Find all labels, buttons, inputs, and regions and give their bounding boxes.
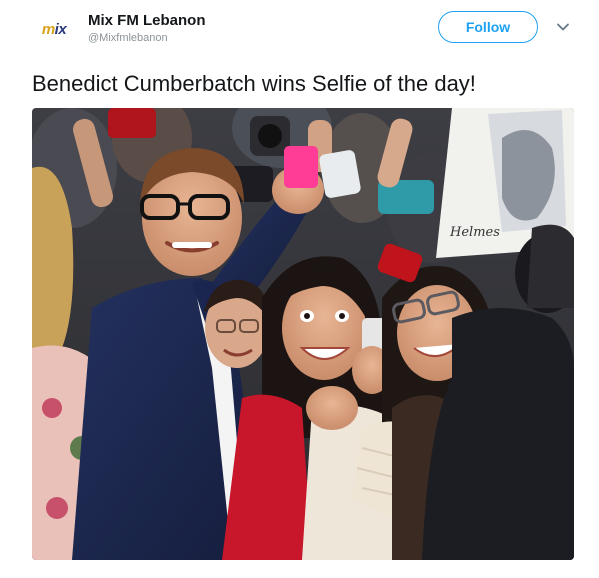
- mix-fm-logo: mix: [41, 20, 67, 38]
- author-block: Mix FM Lebanon @Mixfmlebanon: [88, 12, 206, 46]
- tweet-text: Benedict Cumberbatch wins Selfie of the …: [32, 71, 476, 96]
- selfie-photo-illustration: Helmes: [32, 108, 574, 560]
- tweet-photo[interactable]: Helmes: [32, 108, 574, 560]
- follow-button[interactable]: Follow: [438, 11, 538, 43]
- tweet-header: mix Mix FM Lebanon @Mixfmlebanon Follow: [0, 0, 599, 58]
- author-display-name[interactable]: Mix FM Lebanon: [88, 12, 206, 30]
- author-handle[interactable]: @Mixfmlebanon: [88, 30, 206, 46]
- tweet-card: mix Mix FM Lebanon @Mixfmlebanon Follow …: [0, 0, 599, 578]
- chevron-down-icon[interactable]: [556, 20, 570, 34]
- poster-signature: Helmes: [449, 225, 500, 240]
- avatar[interactable]: mix: [32, 12, 76, 46]
